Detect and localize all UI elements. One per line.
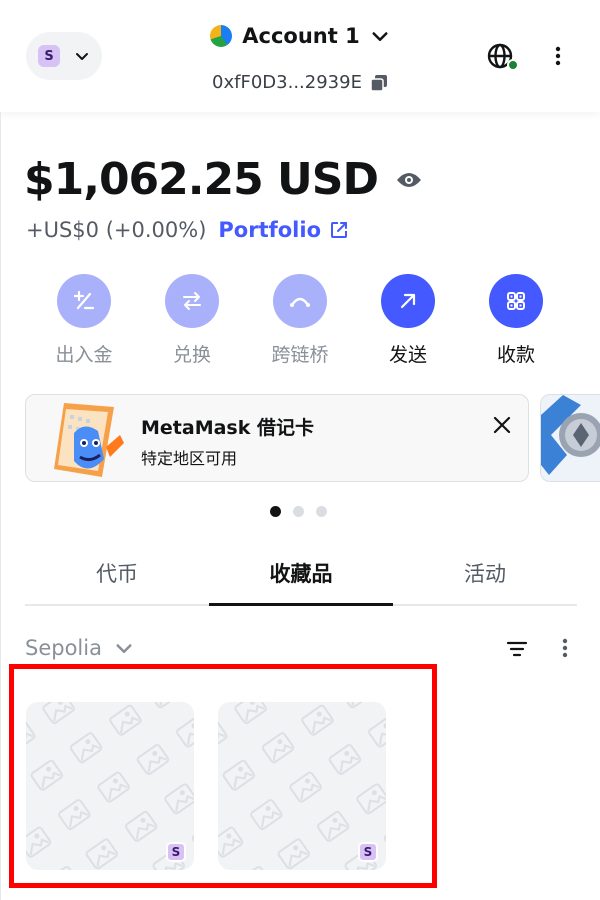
carousel-dot-active[interactable]: [270, 506, 281, 517]
panel-edge: [0, 112, 1, 900]
next-promo-illustration: [541, 395, 600, 475]
action-label: 出入金: [55, 344, 113, 366]
action-circle: [381, 274, 435, 328]
carousel-dot[interactable]: [316, 506, 327, 517]
chevron-down-icon: [76, 53, 88, 60]
chevron-down-icon: [372, 32, 388, 41]
address-text: 0xfF0D3...2939E: [212, 72, 362, 93]
swap-arrows-icon: [183, 292, 201, 310]
copy-icon[interactable]: [370, 74, 388, 92]
action-label: 跨链桥: [271, 344, 329, 366]
more-options-icon[interactable]: [548, 44, 568, 68]
promo-card-next[interactable]: [540, 394, 600, 482]
carousel-dot[interactable]: [293, 506, 304, 517]
account-name: Account 1: [242, 24, 360, 48]
bridge-icon: [290, 297, 310, 307]
send-button[interactable]: 发送: [354, 274, 462, 367]
promo-card-debit-card[interactable]: MetaMask 借记卡 特定地区可用: [25, 394, 529, 482]
debit-card-fox-illustration: [54, 403, 124, 477]
bridge-button[interactable]: 跨链桥: [246, 274, 354, 367]
tab-nfts[interactable]: 收藏品: [209, 550, 393, 606]
external-link-icon: [331, 222, 347, 238]
eye-icon[interactable]: [396, 170, 422, 190]
balance-change: +US$0 (+0.00%): [26, 218, 207, 242]
action-circle: [273, 274, 327, 328]
connection-status-dot: [507, 59, 519, 71]
network-avatar: S: [38, 45, 60, 67]
plus-minus-icon: [73, 290, 95, 310]
tab-activity[interactable]: 活动: [393, 550, 577, 604]
account-address[interactable]: 0xfF0D3...2939E: [0, 72, 600, 93]
arrow-up-right-icon: [400, 293, 416, 309]
network-filter-label: Sepolia: [25, 636, 102, 660]
chevron-down-icon: [116, 644, 132, 653]
portfolio-link[interactable]: Portfolio: [218, 218, 349, 242]
action-circle: [57, 274, 111, 328]
action-circle: [165, 274, 219, 328]
sort-filter-icon[interactable]: [506, 640, 528, 658]
account-avatar: [210, 25, 233, 47]
qr-receive-icon: [507, 292, 525, 310]
action-circle: [489, 274, 543, 328]
action-label: 收款: [496, 344, 535, 366]
portfolio-label: Portfolio: [218, 218, 321, 242]
promo-subtitle: 特定地区可用: [141, 449, 238, 468]
highlight-box: [9, 664, 437, 888]
balance-change-row: +US$0 (+0.00%) Portfolio: [26, 218, 349, 242]
balance-row: $1,062.25 USD: [24, 154, 422, 205]
asset-tabs: 代币 收藏品 活动: [25, 550, 577, 606]
wallet-header: S Account 1 0xfF0D3...2939E: [0, 0, 600, 112]
network-filter-button[interactable]: Sepolia: [25, 636, 134, 660]
receive-button[interactable]: 收款: [462, 274, 570, 367]
action-buttons: 出入金 兑换 跨链桥 发送 收款: [30, 274, 570, 367]
balance-value: $1,062.25 USD: [24, 154, 379, 205]
tab-tokens[interactable]: 代币: [25, 550, 209, 604]
close-icon[interactable]: [492, 415, 512, 435]
promo-title: MetaMask 借记卡: [141, 417, 314, 439]
action-label: 发送: [388, 344, 427, 366]
action-label: 兑换: [172, 344, 211, 366]
carousel-pagination: [270, 506, 327, 517]
more-options-icon[interactable]: [555, 636, 575, 660]
swap-button[interactable]: 兑换: [138, 274, 246, 367]
buy-sell-button[interactable]: 出入金: [30, 274, 138, 367]
